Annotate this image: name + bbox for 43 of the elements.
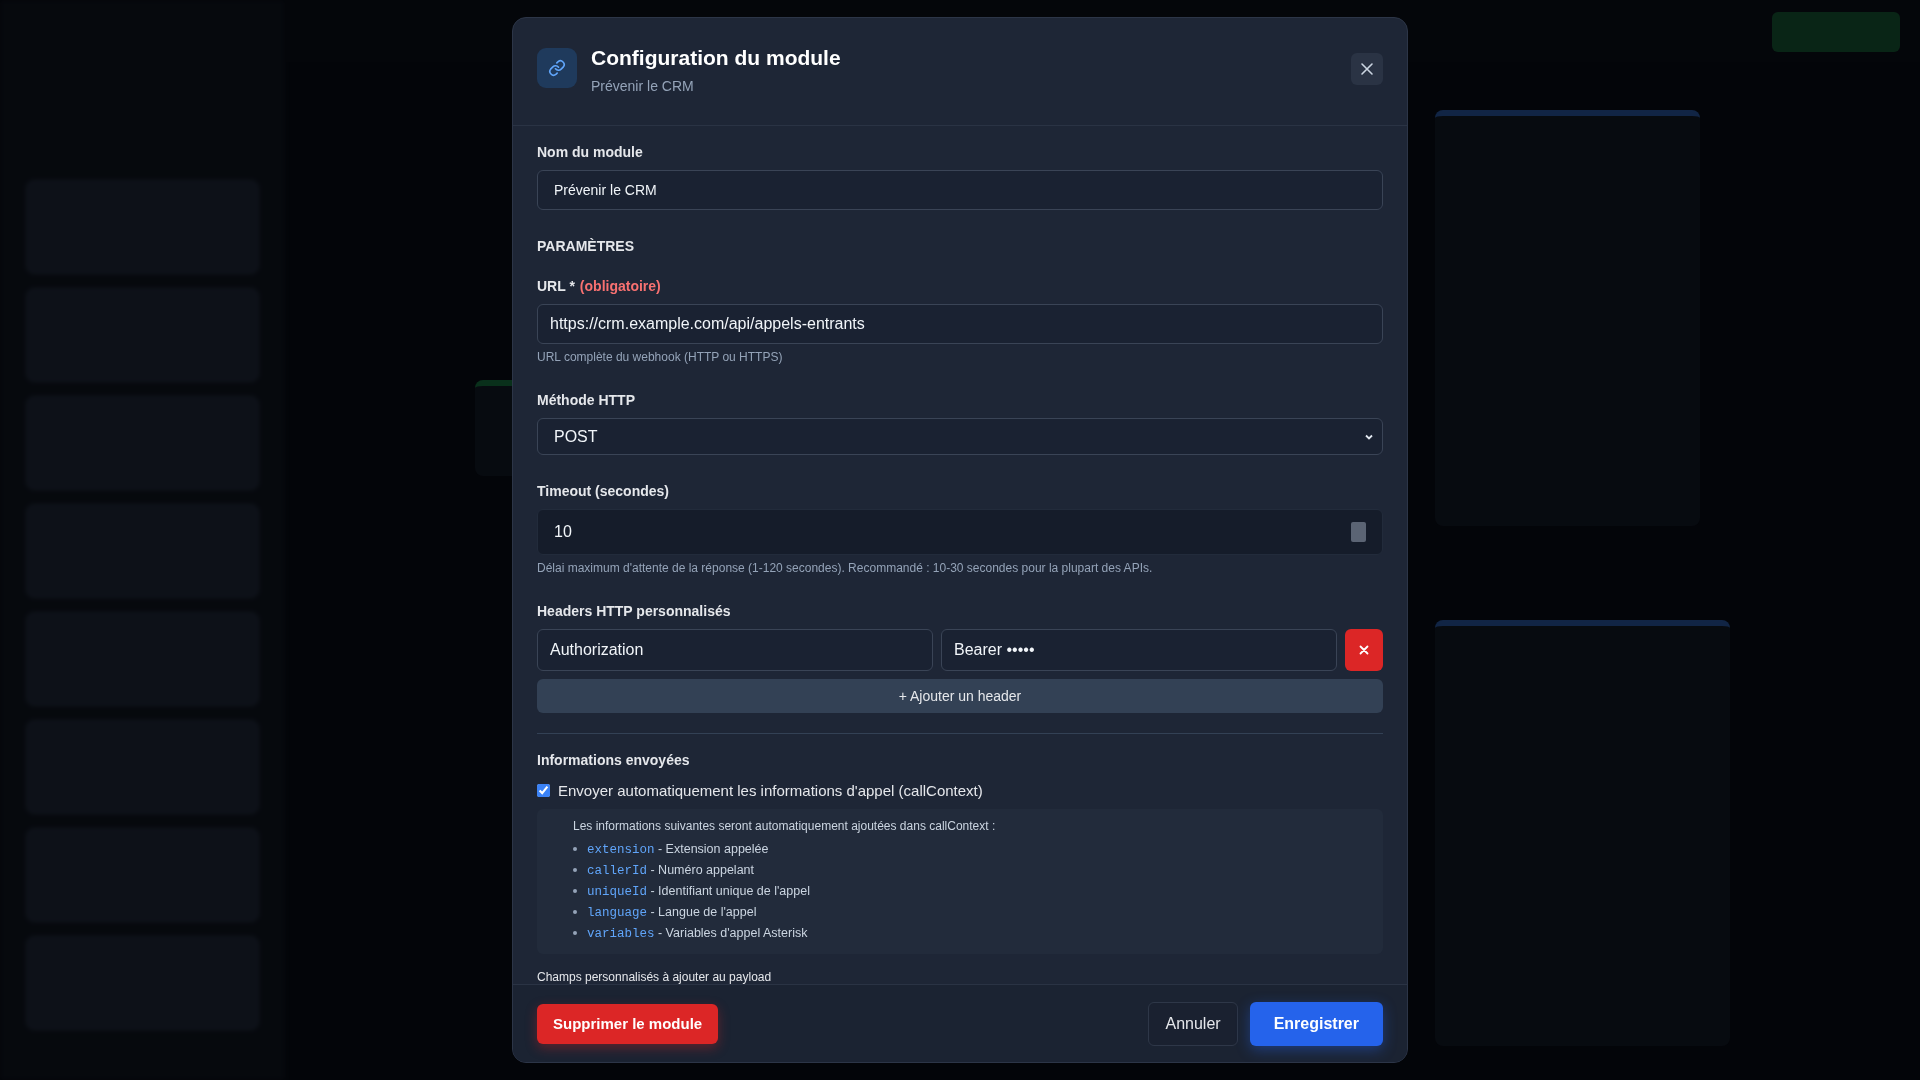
- url-field[interactable]: https://crm.example.com/api/appels-entrants: [537, 303, 1383, 344]
- modal-title: Configuration du module: [591, 46, 842, 70]
- required-note: (obligatoire): [579, 277, 661, 294]
- module-name-field[interactable]: Prévenir le CRM: [537, 170, 1383, 210]
- list-item: uniqueId - Identifiant unique de l'appel: [587, 884, 810, 899]
- help-text: Délai maximum d'attente de la réponse (1-120 secondes). Recommandé : 10-30 secondes pour la plupart des APIs.: [537, 560, 1154, 575]
- close-button[interactable]: [1351, 53, 1383, 85]
- blurred-button[interactable]: [1772, 12, 1900, 52]
- timeout-field[interactable]: 10: [537, 509, 1383, 555]
- bullet-icon: [573, 847, 577, 852]
- delete-module-button[interactable]: Supprimer le module: [537, 1003, 719, 1044]
- remove-header-button[interactable]: [1345, 628, 1383, 671]
- field-label: Timeout (secondes): [537, 483, 670, 500]
- link-icon: [537, 48, 577, 88]
- list-item: variables - Variables d'appel Asterisk: [587, 926, 808, 941]
- header-value-field[interactable]: Bearer •••••: [941, 628, 1337, 671]
- field-label: URL *: [537, 277, 575, 294]
- bullet-icon: [573, 931, 577, 936]
- section-heading: PARAMÈTRES: [537, 237, 635, 254]
- field-label: Méthode HTTP: [537, 391, 636, 408]
- field-label: Headers HTTP personnalisés: [537, 602, 732, 619]
- list-item: callerId - Numéro appelant: [587, 863, 755, 878]
- spinner-icon[interactable]: [1351, 522, 1366, 543]
- list-item: language - Langue de l'appel: [587, 905, 757, 920]
- save-button[interactable]: Enregistrer: [1249, 1001, 1383, 1046]
- cancel-button[interactable]: Annuler: [1148, 1001, 1238, 1046]
- close-icon: [1360, 62, 1374, 76]
- header-name-field[interactable]: Authorization: [537, 628, 933, 671]
- bullet-icon: [573, 868, 577, 873]
- bullet-icon: [573, 889, 577, 894]
- field-label: Nom du module: [537, 144, 644, 160]
- checkbox-label: Envoyer automatiquement les informations d'appel (callContext): [558, 782, 983, 799]
- list-item: extension - Extension appelée: [587, 842, 769, 857]
- add-header-button[interactable]: + Ajouter un header: [537, 678, 1383, 714]
- checkbox[interactable]: [537, 784, 550, 797]
- bullet-icon: [573, 910, 577, 915]
- info-text: Les informations suivantes seront automatiquement ajoutées dans callContext :: [573, 819, 997, 833]
- help-text: URL complète du webhook (HTTP ou HTTPS): [537, 349, 784, 364]
- section-heading: Informations envoyées: [537, 752, 691, 768]
- modal-subtitle: Prévenir le CRM: [591, 78, 695, 94]
- method-select[interactable]: POST: [537, 417, 1383, 456]
- field-label: Champs personnalisés à ajouter au payload: [537, 970, 773, 984]
- close-icon: [1359, 644, 1369, 655]
